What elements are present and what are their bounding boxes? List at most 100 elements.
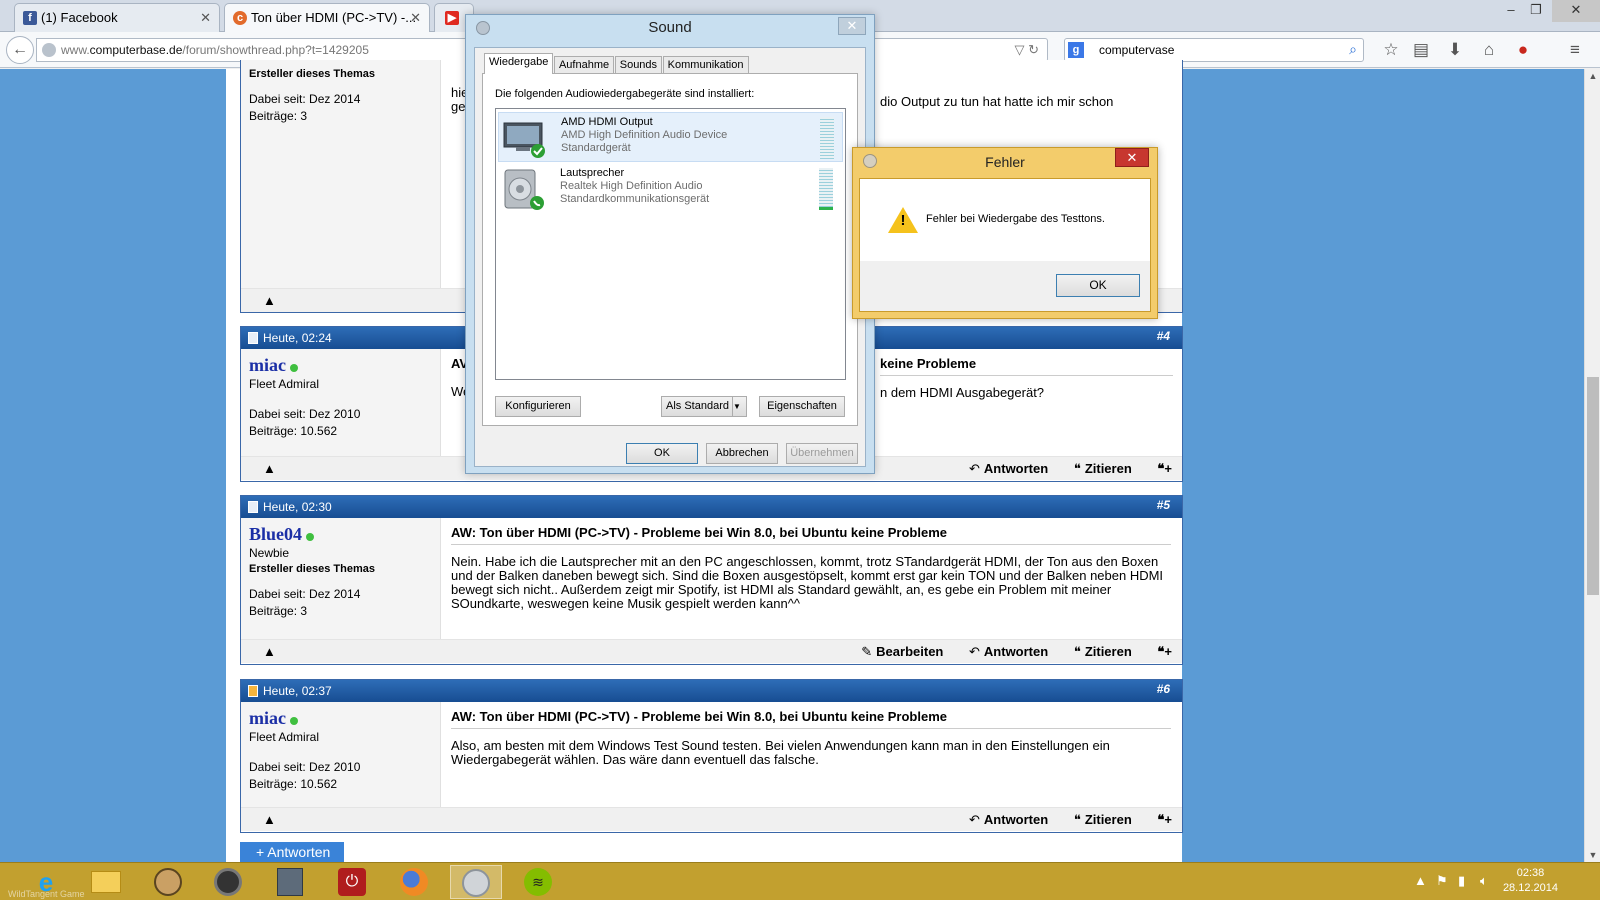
- post-header: Heute, 02:30 #5: [241, 496, 1182, 518]
- quote-button[interactable]: ❝ Zitieren: [1074, 812, 1132, 827]
- multiquote-icon[interactable]: ❝+: [1157, 461, 1172, 476]
- apply-button[interactable]: Übernehmen: [786, 443, 858, 464]
- audio-app-icon[interactable]: [202, 865, 254, 899]
- back-arrow-icon[interactable]: ←: [6, 36, 34, 64]
- search-bar[interactable]: g computervase ⌕: [1064, 38, 1364, 62]
- speaker-icon: [504, 169, 544, 210]
- username[interactable]: miac: [249, 355, 286, 375]
- facebook-icon: f: [23, 11, 37, 25]
- taskbar-clock[interactable]: 02:38 28.12.2014: [1503, 866, 1558, 896]
- docs-icon[interactable]: [264, 865, 316, 899]
- tab-sounds[interactable]: Sounds: [614, 56, 663, 74]
- post-title: AW: Ton über HDMI (PC->TV) - Probleme be…: [451, 525, 1171, 545]
- error-message: Fehler bei Wiedergabe des Testtons.: [926, 213, 1105, 225]
- post-number[interactable]: #6: [1157, 678, 1170, 700]
- action-center-flag-icon[interactable]: ⚑: [1436, 873, 1448, 889]
- bookmark-star-icon[interactable]: ☆: [1380, 40, 1402, 62]
- tab-title: (1) Facebook: [41, 10, 118, 25]
- reply-icon: ↶: [969, 461, 980, 476]
- report-icon[interactable]: ▲: [263, 644, 276, 659]
- properties-button[interactable]: Eigenschaften: [759, 396, 845, 417]
- cancel-button[interactable]: Abbrechen: [706, 443, 778, 464]
- post-actions: ✎ Bearbeiten ↶ Antworten ❝ Zitieren ❝+: [839, 644, 1172, 660]
- reply-button[interactable]: ↶ Antworten: [969, 461, 1048, 476]
- configure-button[interactable]: Konfigurieren: [495, 396, 581, 417]
- home-icon[interactable]: ⌂: [1478, 40, 1500, 62]
- youtube-icon: ▶: [445, 11, 459, 25]
- device-item-hdmi[interactable]: AMD HDMI Output AMD High Definition Audi…: [498, 112, 843, 162]
- set-default-button[interactable]: Als Standard ▼: [661, 396, 747, 417]
- reply-icon: ↶: [969, 644, 980, 659]
- tab-aufnahme[interactable]: Aufnahme: [553, 56, 615, 74]
- clock-time: 02:38: [1516, 867, 1545, 879]
- warning-mark: !: [900, 212, 906, 229]
- username[interactable]: miac: [249, 708, 286, 728]
- device-item-lautsprecher[interactable]: Lautsprecher Realtek High Definition Aud…: [498, 164, 843, 214]
- report-icon[interactable]: ▲: [263, 461, 276, 476]
- close-tab-icon[interactable]: ✕: [200, 4, 211, 31]
- scrollbar-thumb[interactable]: [1587, 377, 1599, 595]
- desktop-watermark-text: WildTangent Game: [8, 889, 85, 899]
- device-list[interactable]: AMD HDMI Output AMD High Definition Audi…: [495, 108, 846, 380]
- tab-title: Ton über HDMI (PC->TV) -...: [251, 10, 417, 25]
- close-tab-icon[interactable]: ✕: [410, 4, 421, 31]
- url-tools: ▽ ↻: [1014, 42, 1039, 58]
- sound-dialog-close-button[interactable]: ✕: [838, 17, 866, 35]
- error-dialog-footer: OK: [860, 261, 1150, 311]
- search-icon[interactable]: ⌕: [1349, 41, 1357, 58]
- edit-button[interactable]: ✎ Bearbeiten: [861, 644, 943, 659]
- tab-computerbase[interactable]: c Ton über HDMI (PC->TV) -... ✕: [224, 3, 430, 32]
- page-scrollbar[interactable]: ▲ ▼: [1584, 69, 1600, 862]
- downloads-icon[interactable]: ⬇: [1444, 40, 1466, 62]
- maximize-icon[interactable]: ❐: [1520, 0, 1552, 22]
- post-number[interactable]: #5: [1157, 494, 1170, 516]
- adblock-icon[interactable]: ●: [1512, 40, 1534, 62]
- window-close-icon[interactable]: ✕: [1552, 0, 1600, 22]
- firefox-icon[interactable]: [388, 865, 440, 899]
- network-icon[interactable]: ▮: [1458, 873, 1465, 889]
- post-number[interactable]: #4: [1157, 325, 1170, 347]
- spotify-icon[interactable]: ≋: [512, 865, 564, 899]
- reply-button[interactable]: ↶ Antworten: [969, 644, 1048, 659]
- quote-icon: ❝: [1073, 461, 1081, 476]
- explorer-icon[interactable]: [80, 865, 132, 899]
- multiquote-icon[interactable]: ❝+: [1157, 644, 1172, 659]
- error-ok-button[interactable]: OK: [1056, 274, 1140, 297]
- power-app-icon[interactable]: ⏻: [326, 865, 378, 899]
- device-status: Standardgerät: [561, 142, 631, 154]
- monitor-icon: [503, 122, 545, 158]
- dropdown-arrow-icon[interactable]: ▽: [1014, 42, 1024, 57]
- reload-icon[interactable]: ↻: [1028, 42, 1039, 57]
- menu-icon[interactable]: ≡: [1564, 40, 1586, 62]
- reply-button[interactable]: ↶ Antworten: [969, 812, 1048, 827]
- report-icon[interactable]: ▲: [263, 293, 276, 308]
- post-actions: ↶ Antworten ❝ Zitieren ❝+: [947, 812, 1172, 828]
- bookmarks-list-icon[interactable]: ▤: [1410, 40, 1432, 62]
- multiquote-icon[interactable]: ❝+: [1157, 812, 1172, 827]
- new-reply-button[interactable]: + Antworten: [240, 842, 344, 862]
- username[interactable]: Blue04: [249, 524, 302, 544]
- tab-facebook[interactable]: f (1) Facebook ✕: [14, 3, 220, 32]
- user-joined: Dabei seit: Dez 2010: [249, 760, 361, 774]
- forum-post-5: Heute, 02:30 #5 Blue04 Newbie Ersteller …: [240, 495, 1183, 665]
- tray-expand-icon[interactable]: ▲: [1414, 873, 1427, 888]
- post-date: Heute, 02:37: [263, 684, 332, 698]
- media-center-icon[interactable]: [142, 865, 194, 899]
- tab-kommunikation[interactable]: Kommunikation: [662, 56, 749, 74]
- sound-icon[interactable]: [450, 865, 502, 899]
- device-name: Lautsprecher: [560, 167, 625, 179]
- quote-button[interactable]: ❝ Zitieren: [1074, 644, 1132, 659]
- device-text: AMD HDMI Output AMD High Definition Audi…: [561, 116, 727, 155]
- scroll-down-icon[interactable]: ▼: [1585, 850, 1600, 860]
- quote-button[interactable]: ❝ Zitieren: [1074, 461, 1132, 476]
- volume-icon[interactable]: 🔈︎: [1480, 873, 1488, 889]
- tab-wiedergabe[interactable]: Wiedergabe: [484, 53, 554, 74]
- report-icon[interactable]: ▲: [263, 812, 276, 827]
- google-icon[interactable]: g: [1068, 42, 1084, 58]
- error-dialog-close-button[interactable]: ✕: [1115, 148, 1149, 167]
- search-input[interactable]: computervase: [1099, 43, 1174, 57]
- scroll-up-icon[interactable]: ▲: [1585, 71, 1600, 81]
- computerbase-icon: c: [233, 11, 247, 25]
- ok-button[interactable]: OK: [626, 443, 698, 464]
- dropdown-arrow-icon[interactable]: ▼: [732, 397, 746, 416]
